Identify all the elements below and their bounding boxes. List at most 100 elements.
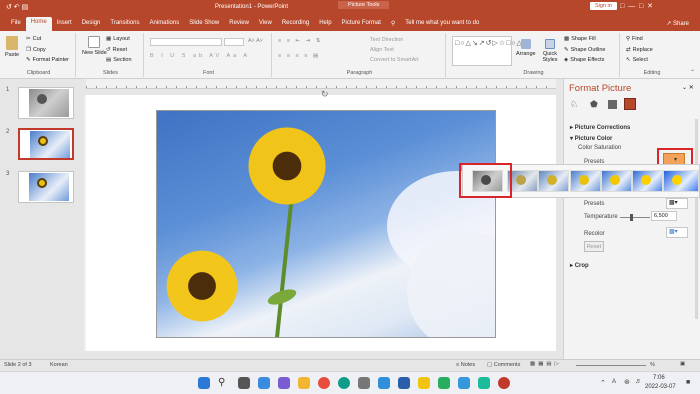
tab-transitions[interactable]: Transitions xyxy=(105,18,144,28)
reset-button[interactable]: ↺ Reset xyxy=(106,47,127,53)
align-text-button[interactable]: Align Text xyxy=(370,47,394,53)
window-controls[interactable]: □ — □ ✕ xyxy=(620,2,653,10)
reset-button[interactable]: Reset xyxy=(584,241,604,252)
fit-slide-icon[interactable]: ▣ xyxy=(680,361,685,367)
convert-smartart-button[interactable]: Convert to SmartArt xyxy=(370,57,419,63)
preset-saturation-2[interactable] xyxy=(538,170,569,192)
volume-icon[interactable]: ♬ xyxy=(635,378,642,385)
zoom-slider[interactable] xyxy=(576,365,646,366)
share-button[interactable]: ↗ Share xyxy=(661,18,694,29)
notification-icon[interactable]: ■ xyxy=(686,379,690,386)
pane-close-icon[interactable]: ⌄ ✕ xyxy=(682,84,694,91)
app-icon-2[interactable] xyxy=(398,377,410,389)
tab-picture-format[interactable]: Picture Format xyxy=(337,18,386,28)
app-icon-5[interactable] xyxy=(478,377,490,389)
task-view-icon[interactable] xyxy=(238,377,250,389)
recolor-dropdown[interactable]: ▩▾ xyxy=(666,227,688,238)
tab-help[interactable]: Help xyxy=(314,18,336,28)
slide-canvas[interactable]: ↻ xyxy=(86,89,556,351)
store-icon[interactable] xyxy=(358,377,370,389)
temperature-input[interactable]: 6,500 xyxy=(651,211,677,221)
search-icon[interactable]: ⚲ xyxy=(218,377,230,389)
picture-color-section[interactable]: ▾ Picture Color xyxy=(570,135,612,142)
fill-line-icon[interactable]: ♘ xyxy=(570,99,578,110)
slide-thumbnail-2[interactable] xyxy=(18,128,74,160)
widgets-icon[interactable] xyxy=(258,377,270,389)
collapse-ribbon-icon[interactable]: ⌃ xyxy=(690,69,695,76)
text-direction-button[interactable]: Text Direction xyxy=(370,37,403,43)
autosave-icon[interactable]: ↺ ↶ ▤ xyxy=(6,3,28,11)
layout-button[interactable]: ▦ Layout xyxy=(106,36,130,42)
align-buttons[interactable]: ≡ ≡ ≡ ≡ ▤ xyxy=(278,53,320,59)
input-language[interactable]: A xyxy=(612,379,616,385)
replace-button[interactable]: ⇄ Replace xyxy=(626,47,653,53)
temperature-slider-thumb[interactable] xyxy=(630,214,633,221)
tab-home[interactable]: Home xyxy=(25,17,52,31)
view-buttons[interactable]: ▩▦▤▷ xyxy=(530,361,562,367)
font-format-buttons[interactable]: B I U S ab AV Aa A xyxy=(150,53,250,59)
powerpoint-icon[interactable] xyxy=(498,377,510,389)
select-button[interactable]: ↖ Select xyxy=(626,57,648,63)
clock-time[interactable]: 7:06 xyxy=(653,375,665,381)
temperature-slider[interactable] xyxy=(620,217,650,218)
find-button[interactable]: ⚲ Find xyxy=(626,36,643,42)
zoom-percent[interactable]: % xyxy=(650,362,655,368)
picture-icon[interactable] xyxy=(624,98,636,110)
sign-in-button[interactable]: Sign in xyxy=(590,2,617,10)
pane-scrollbar[interactable] xyxy=(695,119,698,319)
app-icon-3[interactable] xyxy=(438,377,450,389)
tab-slide-show[interactable]: Slide Show xyxy=(184,18,224,28)
paste-button[interactable]: Paste xyxy=(5,36,19,58)
rotate-handle-icon[interactable]: ↻ xyxy=(321,89,329,100)
shapes-gallery[interactable]: □○△↘↗↺▷☆□○△↗ xyxy=(452,36,529,66)
preset-saturation-5[interactable] xyxy=(632,170,663,192)
tray-icons[interactable]: ⌃ xyxy=(600,379,606,387)
tab-insert[interactable]: Insert xyxy=(52,18,77,28)
tab-review[interactable]: Review xyxy=(224,18,254,28)
kakaotalk-icon[interactable] xyxy=(418,377,430,389)
app-icon[interactable] xyxy=(378,377,390,389)
chrome-icon[interactable] xyxy=(318,377,330,389)
effects-icon[interactable]: ⬟ xyxy=(590,99,598,110)
file-explorer-icon[interactable] xyxy=(298,377,310,389)
clock-date[interactable]: 2022-03-07 xyxy=(645,384,676,390)
size-properties-icon[interactable] xyxy=(608,100,617,109)
tab-recording[interactable]: Recording xyxy=(277,18,314,28)
wifi-icon[interactable]: ⊛ xyxy=(624,378,630,386)
quick-styles-button[interactable]: Quick Styles xyxy=(540,39,560,63)
shape-fill-button[interactable]: ▩ Shape Fill xyxy=(564,36,596,42)
crop-section[interactable]: ▸ Crop xyxy=(570,262,589,269)
picture-corrections-section[interactable]: ▸ Picture Corrections xyxy=(570,124,630,131)
slide-thumbnail-1[interactable] xyxy=(18,87,74,119)
tone-presets-dropdown[interactable]: ▩▾ xyxy=(666,198,688,209)
app-icon-4[interactable] xyxy=(458,377,470,389)
edge-icon[interactable] xyxy=(338,377,350,389)
new-slide-button[interactable]: New Slide xyxy=(82,36,107,56)
tab-view[interactable]: View xyxy=(254,18,277,28)
sunflower-picture[interactable] xyxy=(156,110,496,338)
tab-file[interactable]: File xyxy=(6,18,26,28)
section-button[interactable]: ▤ Section xyxy=(106,57,132,63)
chat-icon[interactable] xyxy=(278,377,290,389)
preset-saturation-6[interactable] xyxy=(663,170,699,192)
cut-button[interactable]: ✂ Cut xyxy=(26,36,41,42)
notes-button[interactable]: ≡ Notes xyxy=(456,362,475,368)
slide-thumbnail-3[interactable] xyxy=(18,171,74,203)
comments-button[interactable]: ▢ Comments xyxy=(487,362,520,368)
list-buttons[interactable]: ≡ ≡ ⇤ ⇥ ⇅ xyxy=(278,38,322,44)
font-size-buttons[interactable]: A˄ A˅ xyxy=(248,38,263,44)
start-icon[interactable] xyxy=(198,377,210,389)
arrange-button[interactable]: Arrange xyxy=(516,39,536,57)
font-size-box[interactable] xyxy=(224,38,244,46)
tab-design[interactable]: Design xyxy=(77,18,106,28)
shape-outline-button[interactable]: ✎ Shape Outline xyxy=(564,47,605,53)
font-name-box[interactable] xyxy=(150,38,222,46)
tab-animations[interactable]: Animations xyxy=(145,18,185,28)
preset-saturation-3[interactable] xyxy=(570,170,601,192)
preset-saturation-4[interactable] xyxy=(601,170,632,192)
language-indicator[interactable]: Korean xyxy=(50,362,68,368)
tell-me-search[interactable]: Tell me what you want to do xyxy=(400,18,484,28)
copy-button[interactable]: ❐ Copy xyxy=(26,47,46,53)
shape-effects-button[interactable]: ◈ Shape Effects xyxy=(564,57,604,63)
format-painter-button[interactable]: ✎ Format Painter xyxy=(26,57,69,63)
